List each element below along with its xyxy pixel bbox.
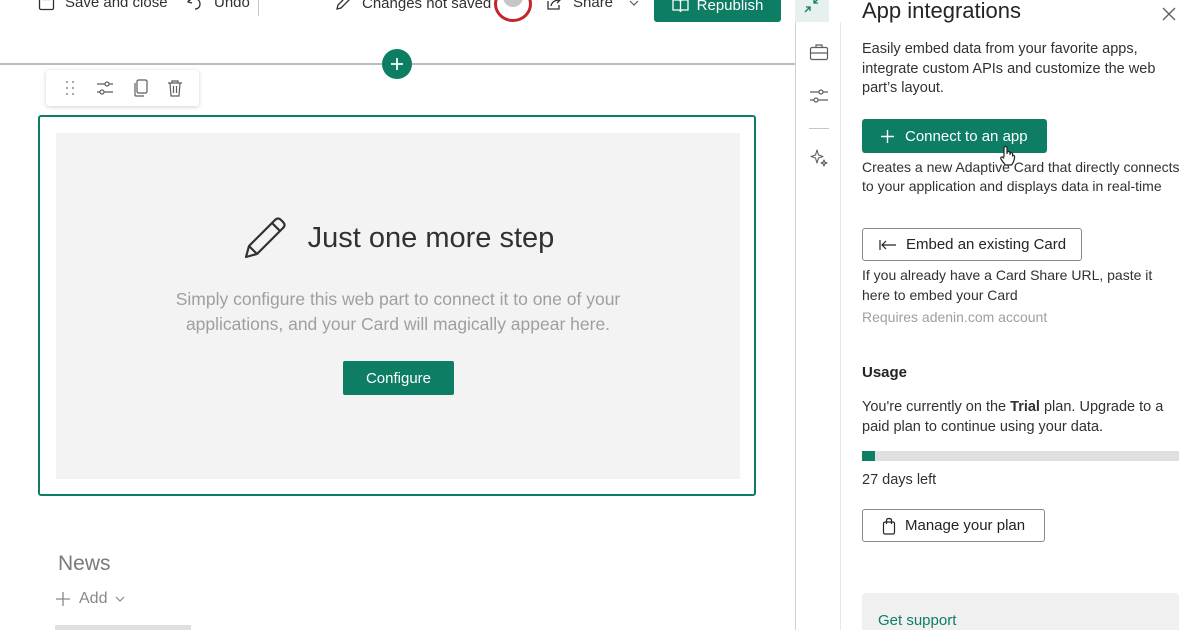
trial-progress-bar bbox=[862, 451, 1179, 461]
share-label: Share bbox=[573, 0, 614, 11]
days-left: 27 days left bbox=[862, 472, 937, 488]
side-rail bbox=[795, 22, 841, 630]
placeholder-header: Just one more step bbox=[56, 215, 740, 261]
drag-handle[interactable] bbox=[56, 74, 84, 102]
share-icon bbox=[547, 0, 561, 10]
share-button[interactable]: Share bbox=[546, 0, 639, 11]
book-icon bbox=[671, 0, 689, 12]
save-icon bbox=[38, 0, 55, 11]
get-support-link[interactable]: Get support bbox=[878, 612, 956, 629]
news-heading: News bbox=[58, 552, 111, 575]
arrow-left-bar-icon bbox=[879, 239, 896, 250]
webpart-toolbar bbox=[46, 70, 199, 106]
undo-dropdown-button[interactable] bbox=[262, 0, 272, 2]
news-add-button[interactable]: Add bbox=[55, 590, 125, 608]
app-integrations-panel: App integrations Easily embed data from … bbox=[842, 0, 1200, 630]
plus-icon bbox=[881, 129, 894, 143]
undo-button[interactable]: Undo bbox=[186, 0, 250, 11]
trial-progress-fill bbox=[862, 451, 875, 461]
avatar[interactable] bbox=[494, 0, 532, 22]
republish-label: Republish bbox=[696, 0, 764, 14]
add-section-button[interactable] bbox=[382, 49, 412, 79]
placeholder-description: Simply configure this web part to connec… bbox=[56, 287, 740, 337]
rail-ai-button[interactable] bbox=[807, 146, 831, 170]
webpart-container[interactable]: Just one more step Simply configure this… bbox=[38, 115, 756, 496]
manage-plan-button[interactable]: Manage your plan bbox=[862, 509, 1045, 542]
undo-label: Undo bbox=[214, 0, 250, 11]
plan-name: Trial bbox=[1010, 399, 1040, 415]
edit-properties-button[interactable] bbox=[91, 74, 119, 102]
shopping-bag-icon bbox=[882, 517, 896, 535]
plus-icon bbox=[391, 58, 403, 70]
collapse-icon bbox=[804, 0, 818, 13]
news-add-label: Add bbox=[79, 590, 108, 607]
settings-sliders-icon bbox=[96, 81, 113, 95]
placeholder-description-line: applications, and your Card will magical… bbox=[185, 314, 611, 334]
republish-button[interactable]: Republish bbox=[654, 0, 781, 22]
placeholder-title: Just one more step bbox=[307, 221, 555, 254]
save-status-label: Changes not saved bbox=[362, 0, 492, 12]
save-and-close-button[interactable]: Save and close bbox=[38, 0, 168, 11]
rail-toolbox-button[interactable] bbox=[807, 40, 831, 64]
chevron-down-icon bbox=[629, 0, 639, 6]
usage-heading: Usage bbox=[862, 364, 908, 381]
panel-intro: Easily embed data from your favorite app… bbox=[862, 41, 1156, 96]
command-bar: Save and close Undo Changes not saved Sh… bbox=[0, 0, 829, 34]
hand-cursor-icon bbox=[1000, 145, 1016, 166]
duplicate-icon bbox=[134, 79, 148, 97]
embed-description: If you already have a Card Share URL, pa… bbox=[862, 267, 1153, 303]
settings-sliders-icon bbox=[810, 89, 828, 103]
save-status: Changes not saved bbox=[334, 0, 491, 12]
usage-text-part: You're currently on the bbox=[862, 399, 1011, 415]
save-and-close-label: Save and close bbox=[65, 0, 168, 11]
close-panel-button[interactable] bbox=[1160, 5, 1178, 23]
duplicate-button[interactable] bbox=[126, 74, 154, 102]
collapse-panel-button[interactable] bbox=[795, 0, 829, 22]
usage-text: You're currently on the Trial plan. Upgr… bbox=[862, 397, 1182, 437]
panel-title: App integrations bbox=[862, 0, 1021, 23]
embed-existing-card-button[interactable]: Embed an existing Card bbox=[862, 228, 1082, 261]
delete-icon bbox=[168, 80, 183, 97]
avatar-head bbox=[503, 0, 523, 7]
close-icon bbox=[1162, 7, 1176, 21]
pencil-icon bbox=[244, 217, 286, 259]
rail-properties-button[interactable] bbox=[807, 84, 831, 108]
placeholder-description-line: Simply configure this web part to connec… bbox=[175, 289, 621, 309]
toolbox-icon bbox=[809, 44, 829, 61]
pencil-icon bbox=[336, 0, 350, 10]
embed-label: Embed an existing Card bbox=[906, 236, 1067, 253]
configure-button[interactable]: Configure bbox=[343, 361, 454, 395]
divider bbox=[258, 0, 259, 16]
webpart-placeholder: Just one more step Simply configure this… bbox=[56, 133, 740, 479]
delete-button[interactable] bbox=[161, 74, 189, 102]
chevron-down-icon bbox=[116, 596, 125, 602]
undo-icon bbox=[187, 0, 201, 10]
drag-handle-icon bbox=[65, 81, 74, 95]
manage-label: Manage your plan bbox=[905, 517, 1026, 534]
plus-icon bbox=[56, 592, 70, 606]
rail-divider bbox=[809, 128, 829, 129]
connect-to-app-button[interactable]: Connect to an app bbox=[862, 119, 1047, 153]
chevron-down-icon bbox=[262, 0, 272, 2]
connect-description: Creates a new Adaptive Card that directl… bbox=[862, 159, 1180, 194]
connect-label: Connect to an app bbox=[905, 127, 1028, 145]
news-item-stub bbox=[55, 625, 191, 630]
sparkle-icon bbox=[810, 149, 828, 167]
embed-requirement: Requires adenin.com account bbox=[862, 309, 1048, 325]
get-support-card[interactable]: Get support bbox=[862, 593, 1179, 630]
